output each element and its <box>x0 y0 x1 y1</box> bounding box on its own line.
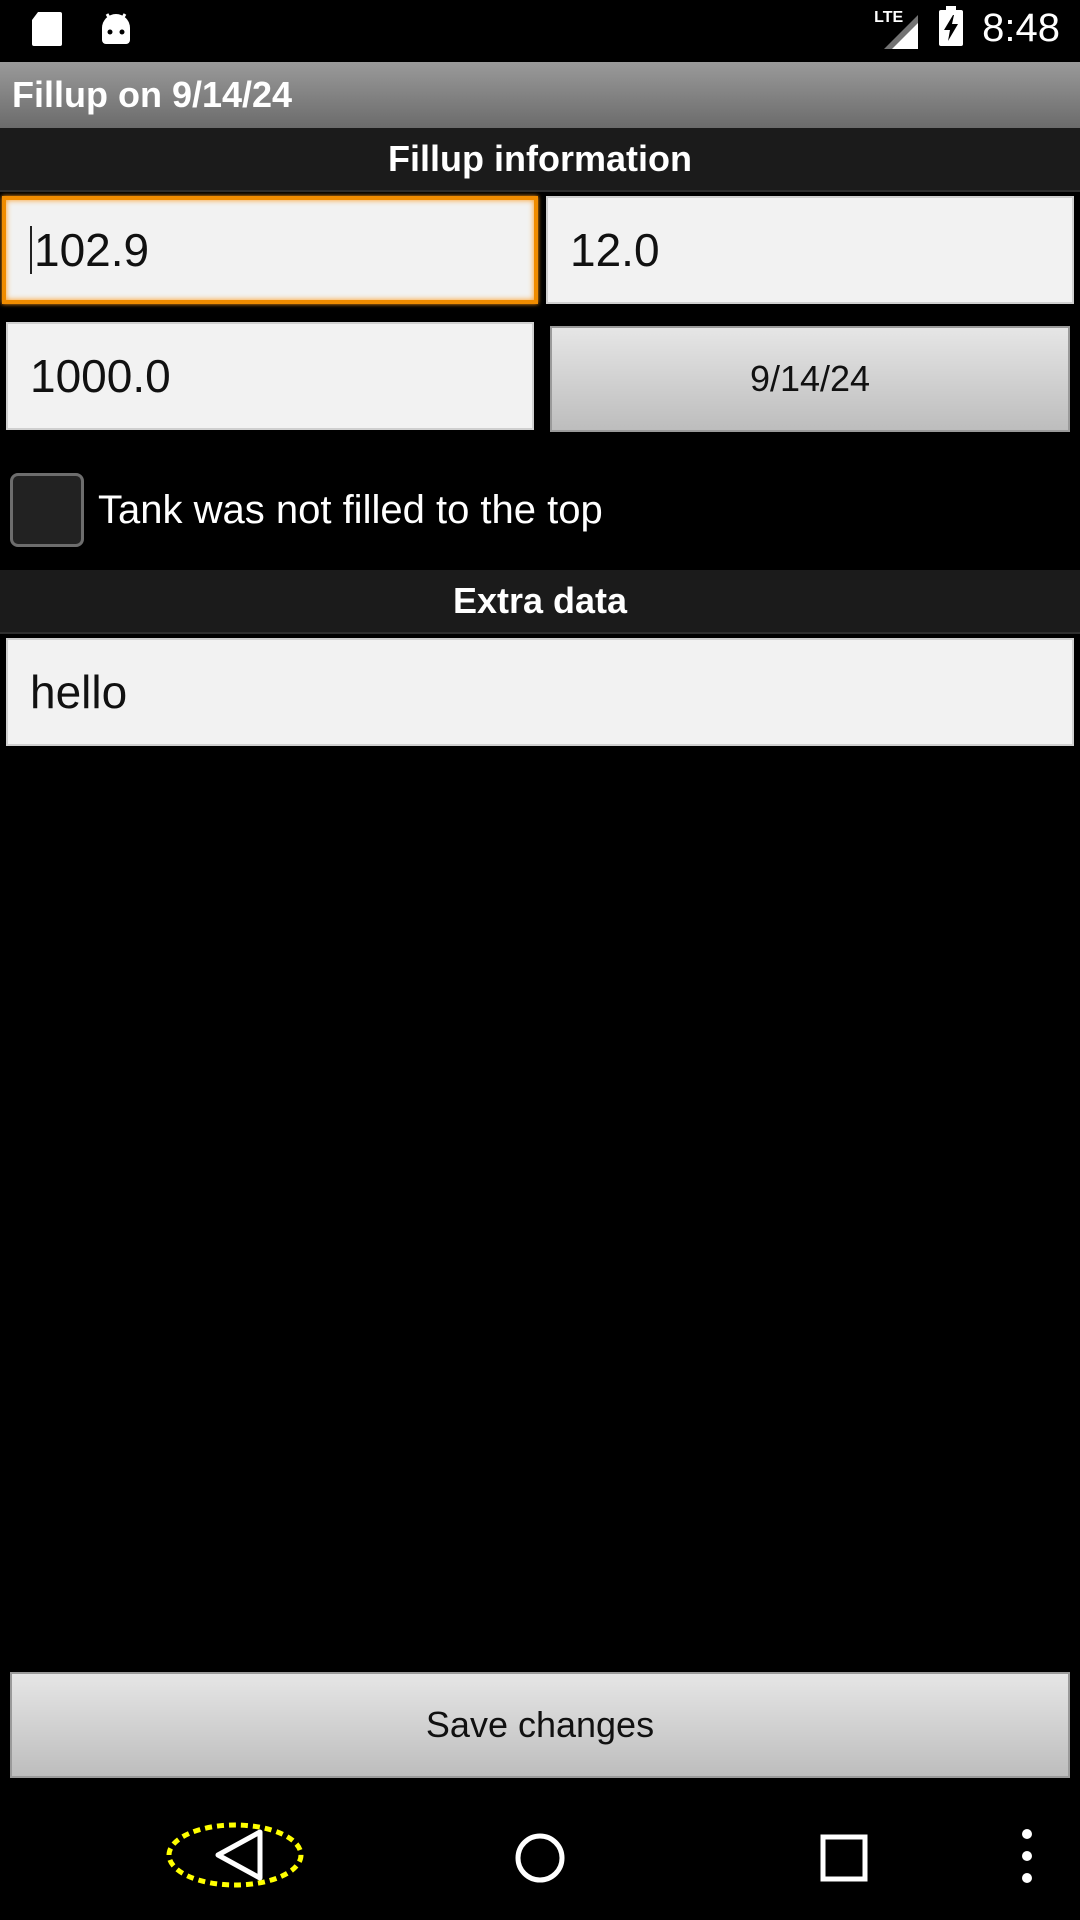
save-changes-label: Save changes <box>425 1704 655 1745</box>
status-time: 8:48 <box>982 6 1060 50</box>
date-button-label: 9/14/24 <box>749 358 871 399</box>
home-icon <box>515 1833 565 1883</box>
fillup-field-2[interactable]: 12.0 <box>546 196 1074 304</box>
fillup-field-3[interactable]: 1000.0 <box>6 322 534 430</box>
tank-not-filled-label: Tank was not filled to the top <box>98 487 603 532</box>
section-header-extra-data: Extra data <box>0 570 1080 634</box>
fillup-field-1[interactable]: 102.9 <box>2 196 538 304</box>
sd-card-icon <box>30 10 64 53</box>
tank-not-filled-row[interactable]: Tank was not filled to the top <box>10 470 603 550</box>
back-icon <box>215 1829 263 1881</box>
recents-button[interactable] <box>816 1830 872 1886</box>
page-title: Fillup on 9/14/24 <box>12 74 293 115</box>
battery-charging-icon <box>938 6 964 51</box>
signal-icon: LTE <box>874 9 920 49</box>
highlight-ring <box>166 1822 304 1888</box>
extra-data-field-value: hello <box>30 666 128 718</box>
overflow-menu-button[interactable] <box>1012 1826 1042 1886</box>
fillup-field-2-value: 12.0 <box>570 224 660 276</box>
extra-data-field[interactable]: hello <box>6 638 1074 746</box>
recents-icon <box>820 1834 868 1882</box>
tank-not-filled-checkbox[interactable] <box>10 473 84 547</box>
home-button[interactable] <box>510 1828 570 1888</box>
fillup-field-3-value: 1000.0 <box>30 350 171 402</box>
navigation-bar <box>0 1780 1080 1920</box>
fillup-field-1-value: 102.9 <box>34 224 150 276</box>
date-button[interactable]: 9/14/24 <box>550 326 1070 432</box>
overflow-menu-icon <box>1022 1829 1032 1883</box>
back-button[interactable] <box>160 1818 310 1892</box>
section-header-fillup-info: Fillup information <box>0 128 1080 192</box>
title-bar: Fillup on 9/14/24 <box>0 62 1080 128</box>
text-caret <box>30 226 32 274</box>
status-bar: LTE 8:48 <box>0 0 1080 62</box>
android-icon <box>98 10 134 53</box>
save-changes-button[interactable]: Save changes <box>10 1672 1070 1778</box>
